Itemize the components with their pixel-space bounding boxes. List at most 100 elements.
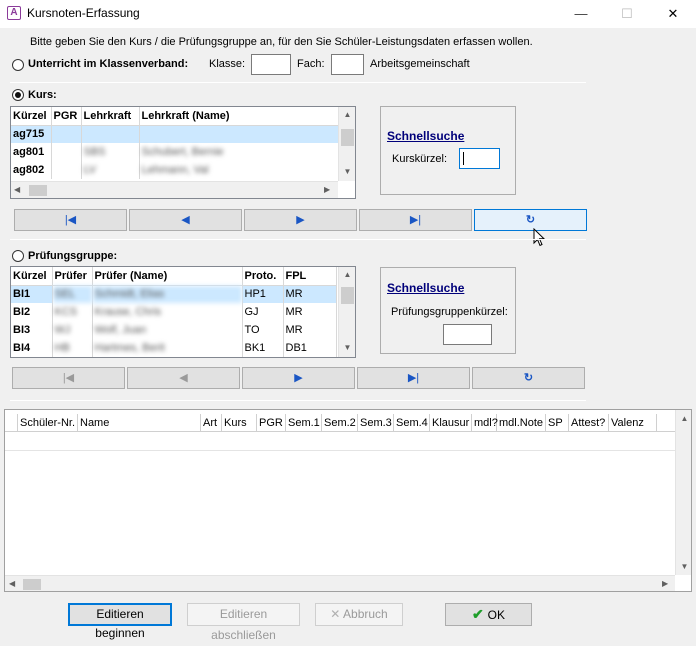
kurs-grid[interactable]: Kürzel PGR Lehrkraft Lehrkraft (Name) ag… [10,106,356,199]
kurs-lehrkraft-name: Schubert, Bernie [139,143,339,161]
pruefung-col-proto[interactable]: Proto. [242,267,284,286]
table-row[interactable] [5,433,675,451]
student-horizontal-scrollbar[interactable]: ◀ ▶ [5,575,675,591]
kurs-radio[interactable] [12,89,24,101]
ok-button[interactable]: ✔ OK [445,603,532,626]
scroll-thumb[interactable] [29,185,47,196]
kurs-next-button[interactable]: ▶ [244,209,357,231]
fach-label: Fach: [297,58,325,70]
pruefung-kuerzel: BI2 [11,303,53,321]
kurs-lehrkraft-name: Lehmann, Val [139,161,339,179]
scroll-down-icon[interactable]: ▼ [339,343,355,352]
minimize-button[interactable]: — [558,0,604,28]
table-row[interactable]: BI3 WJ Wolf, Juan TO MR [11,321,337,339]
pruefung-col-fpl[interactable]: FPL [283,267,337,286]
kurs-last-button[interactable]: ▶| [359,209,472,231]
kurs-quicksearch-title[interactable]: Schnellsuche [387,129,464,143]
separator [10,239,586,240]
pruefung-kuerzel: BI1 [11,285,53,303]
scroll-thumb[interactable] [341,129,354,146]
student-col-mdl[interactable]: mdl? [472,414,498,432]
pruefung-next-button[interactable]: ▶ [242,367,355,389]
pruefung-last-button[interactable]: ▶| [357,367,470,389]
klassenverband-radio[interactable] [12,59,24,71]
student-col-kurs[interactable]: Kurs [222,414,257,432]
kurs-col-lehrkraft[interactable]: Lehrkraft [81,107,140,126]
pruefung-first-button[interactable]: |◀ [12,367,125,389]
scroll-up-icon[interactable]: ▲ [339,270,355,279]
edit-start-button[interactable]: Editieren beginnen [68,603,172,640]
student-col-sem3[interactable]: Sem.3 [358,414,394,432]
pruefungsgruppe-grid[interactable]: Kürzel Prüfer Prüfer (Name) Proto. FPL B… [10,266,356,358]
student-col-art[interactable]: Art [201,414,222,432]
klasse-input[interactable] [251,54,291,75]
pruefung-grid-header: Kürzel Prüfer Prüfer (Name) Proto. FPL [11,267,337,286]
table-row[interactable]: ag802 LV Lehmann, Val [11,161,339,179]
pruefung-prev-button[interactable]: ◀ [127,367,240,389]
scroll-up-icon[interactable]: ▲ [676,414,691,423]
pruefungsgruppenkuerzel-label: Prüfungsgruppenkürzel: [391,306,508,318]
kurs-lehrkraft: LV [81,161,140,179]
close-button[interactable]: ✕ [650,0,696,28]
pruefung-pruefer: HB [52,339,93,357]
pruefungsgruppenkuerzel-input[interactable] [443,324,492,345]
scroll-down-icon[interactable]: ▼ [676,562,691,571]
kurs-col-lehrkraft-name[interactable]: Lehrkraft (Name) [139,107,339,126]
pruefung-refresh-button[interactable]: ↻ [472,367,585,389]
mouse-pointer-icon [533,228,546,247]
scroll-left-icon[interactable]: ◀ [9,579,15,588]
student-col-klausur[interactable]: Klausur [430,414,472,432]
kurs-first-button[interactable]: |◀ [14,209,127,231]
scroll-left-icon[interactable]: ◀ [14,185,20,194]
fach-input[interactable] [331,54,364,75]
maximize-button[interactable]: ☐ [604,0,650,28]
klasse-label: Klasse: [209,58,246,70]
student-col-sem2[interactable]: Sem.2 [322,414,358,432]
pruefung-quicksearch-panel: Schnellsuche Prüfungsgruppenkürzel: [380,267,516,354]
scroll-thumb[interactable] [341,287,354,304]
student-col-attest[interactable]: Attest? [569,414,609,432]
student-col-sem4[interactable]: Sem.4 [394,414,430,432]
pruefungsgruppe-radio[interactable] [12,250,24,262]
kurskuerzel-input[interactable] [459,148,500,169]
pruefung-col-pruefer[interactable]: Prüfer [52,267,93,286]
kurs-col-pgr[interactable]: PGR [51,107,82,126]
scroll-down-icon[interactable]: ▼ [339,167,355,176]
pruefung-col-pruefer-name[interactable]: Prüfer (Name) [92,267,243,286]
separator [10,82,586,83]
kurs-vertical-scrollbar[interactable]: ▲ ▼ [338,107,355,181]
student-col-name[interactable]: Name [78,414,201,432]
table-row[interactable]: ag715 [11,125,339,143]
pruefungsgruppe-label: Prüfungsgruppe: [28,250,118,262]
kurs-pgr [51,125,82,143]
pruefung-col-kuerzel[interactable]: Kürzel [11,267,53,286]
edit-finish-button[interactable]: Editieren abschließen [187,603,300,642]
scroll-thumb[interactable] [23,579,41,590]
pruefung-fpl: MR [283,321,337,339]
kurs-refresh-button[interactable]: ↻ [474,209,587,231]
student-col-mdl-note[interactable]: mdl.Note [497,414,546,432]
table-row[interactable]: BI1 SEL Schmidt, Elias HP1 MR [11,285,337,303]
scroll-right-icon[interactable]: ▶ [662,579,668,588]
student-col-nr[interactable]: Schüler-Nr. [18,414,78,432]
kurs-col-kuerzel[interactable]: Kürzel [11,107,52,126]
table-row[interactable]: BI4 HB Hartmes, Berit BK1 DB1 [11,339,337,357]
student-col-valenz[interactable]: Valenz [609,414,657,432]
student-col-sem1[interactable]: Sem.1 [286,414,322,432]
student-col-pgr[interactable]: PGR [257,414,286,432]
pruefung-proto: HP1 [242,285,284,303]
table-row[interactable]: BI2 KCS Krause, Chris GJ MR [11,303,337,321]
pruefung-proto: BK1 [242,339,284,357]
student-grid[interactable]: Schüler-Nr. Name Art Kurs PGR Sem.1 Sem.… [4,409,692,592]
kurs-prev-button[interactable]: ◀ [129,209,242,231]
student-col-sp[interactable]: SP [546,414,569,432]
student-vertical-scrollbar[interactable]: ▲ ▼ [675,410,691,575]
pruefung-quicksearch-title[interactable]: Schnellsuche [387,281,464,295]
pruefung-vertical-scrollbar[interactable]: ▲ ▼ [338,267,355,357]
scroll-right-icon[interactable]: ▶ [324,185,330,194]
pruefung-pruefer-name: Hartmes, Berit [92,339,243,357]
abort-button[interactable]: ✕ Abbruch [315,603,403,626]
table-row[interactable]: ag801 SBS Schubert, Bernie [11,143,339,161]
kurs-horizontal-scrollbar[interactable]: ◀ ▶ [11,181,338,198]
scroll-up-icon[interactable]: ▲ [339,110,355,119]
